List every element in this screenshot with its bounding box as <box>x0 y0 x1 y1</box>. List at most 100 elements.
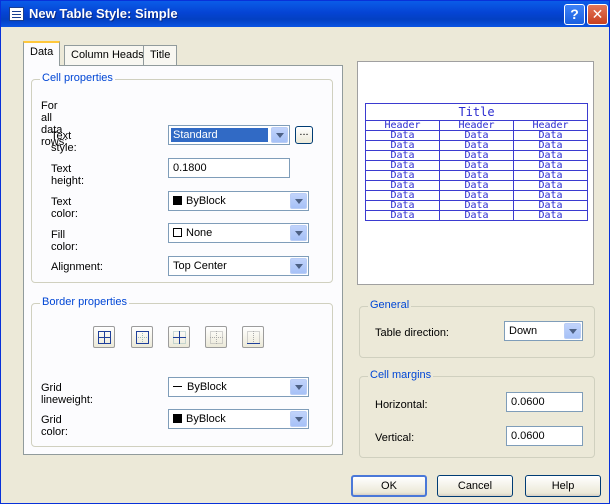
chevron-down-icon[interactable] <box>290 225 307 241</box>
ok-button[interactable]: OK <box>351 475 427 497</box>
preview-cell: Data <box>439 160 514 171</box>
preview-cell: Data <box>513 130 588 141</box>
table-row: Data Data Data <box>365 210 588 221</box>
tab-title[interactable]: Title <box>143 45 178 65</box>
preview-cell: Data <box>513 210 588 221</box>
horizontal-margin-input[interactable]: 0.0600 <box>506 392 583 412</box>
color-swatch-icon <box>173 414 182 423</box>
text-color-select[interactable]: ByBlock <box>168 191 309 211</box>
preview-cell: Data <box>513 200 588 211</box>
table-row: Data Data Data <box>365 140 588 151</box>
vertical-margin-input[interactable]: 0.0600 <box>506 426 583 446</box>
preview-cell: Data <box>439 150 514 161</box>
text-style-value: Standard <box>171 128 268 142</box>
alignment-value: Top Center <box>173 260 227 272</box>
outside-borders-icon[interactable] <box>131 326 153 348</box>
preview-cell: Data <box>513 170 588 181</box>
preview-header: Header <box>439 120 514 131</box>
table-style-icon <box>9 7 24 21</box>
preview-cell: Data <box>513 190 588 201</box>
preview-title: Title <box>365 103 588 121</box>
grid-lineweight-value: ByBlock <box>187 381 227 393</box>
table-preview: Title Header Header Header Data Data Data … <box>357 61 594 285</box>
help-button[interactable]: Help <box>525 475 601 497</box>
close-icon[interactable]: ✕ <box>587 4 608 25</box>
fill-color-select[interactable]: None <box>168 223 309 243</box>
inside-borders-icon[interactable] <box>168 326 190 348</box>
bottom-border-icon[interactable] <box>242 326 264 348</box>
preview-header: Header <box>513 120 588 131</box>
text-height-label: Text height: <box>51 163 85 187</box>
preview-cell: Data <box>365 180 440 191</box>
vertical-margin-label: Vertical: <box>375 432 415 444</box>
horizontal-margin-label: Horizontal: <box>375 399 428 411</box>
preview-cell: Data <box>365 170 440 181</box>
chevron-down-icon[interactable] <box>564 323 581 339</box>
chevron-down-icon[interactable] <box>271 127 288 143</box>
preview-cell: Data <box>439 210 514 221</box>
text-style-select[interactable]: Standard <box>168 125 290 145</box>
table-row: Data Data Data <box>365 190 588 201</box>
alignment-label: Alignment: <box>51 261 103 273</box>
tab-data[interactable]: Data <box>23 41 61 66</box>
cell-properties-title: Cell properties <box>40 72 115 84</box>
all-borders-icon[interactable] <box>93 326 115 348</box>
table-direction-select[interactable]: Down <box>504 321 583 341</box>
no-borders-icon[interactable] <box>205 326 227 348</box>
table-row: Data Data Data <box>365 170 588 181</box>
preview-cell: Data <box>365 210 440 221</box>
alignment-select[interactable]: Top Center <box>168 256 309 276</box>
lineweight-icon <box>173 386 182 387</box>
table-row: Data Data Data <box>365 180 588 191</box>
chevron-down-icon[interactable] <box>290 411 307 427</box>
table-row: Data Data Data <box>365 150 588 161</box>
preview-cell: Data <box>513 160 588 171</box>
browse-text-style-button[interactable]: ... <box>295 126 313 144</box>
chevron-down-icon[interactable] <box>290 193 307 209</box>
text-color-value: ByBlock <box>186 195 226 207</box>
chevron-down-icon[interactable] <box>290 258 307 274</box>
chevron-down-icon[interactable] <box>290 379 307 395</box>
cancel-button[interactable]: Cancel <box>437 475 513 497</box>
cell-margins-title: Cell margins <box>368 369 434 381</box>
grid-color-label: Grid color: <box>41 414 68 438</box>
table-direction-value: Down <box>509 325 538 337</box>
text-color-label: Text color: <box>51 196 78 220</box>
dialog-window: New Table Style: Simple ? ✕ Data Column … <box>0 0 610 504</box>
general-title: General <box>368 299 412 311</box>
preview-cell: Data <box>439 170 514 181</box>
table-direction-label: Table direction: <box>375 327 449 339</box>
preview-header: Header <box>365 120 440 131</box>
title-bar[interactable]: New Table Style: Simple ? ✕ <box>1 1 609 27</box>
preview-table: Title Header Header Header Data Data Data … <box>365 103 588 221</box>
help-icon[interactable]: ? <box>564 4 585 25</box>
table-row: Data Data Data <box>365 130 588 141</box>
window-title: New Table Style: Simple <box>29 6 178 21</box>
preview-cell: Data <box>439 140 514 151</box>
table-row: Data Data Data <box>365 160 588 171</box>
grid-lineweight-select[interactable]: ByBlock <box>168 377 309 397</box>
text-style-label: Text style: <box>51 130 77 154</box>
preview-cell: Data <box>439 130 514 141</box>
preview-cell: Data <box>365 200 440 211</box>
grid-lineweight-label: Grid lineweight: <box>41 382 93 406</box>
color-swatch-icon <box>173 196 182 205</box>
grid-color-select[interactable]: ByBlock <box>168 409 309 429</box>
preview-cell: Data <box>365 160 440 171</box>
fill-color-value: None <box>186 227 213 239</box>
table-row: Data Data Data <box>365 200 588 211</box>
preview-cell: Data <box>513 180 588 191</box>
preview-cell: Data <box>439 200 514 211</box>
preview-cell: Data <box>365 140 440 151</box>
preview-cell: Data <box>513 150 588 161</box>
tab-column-heads[interactable]: Column Heads <box>64 45 151 65</box>
preview-cell: Data <box>439 180 514 191</box>
border-properties-title: Border properties <box>40 296 129 308</box>
grid-color-value: ByBlock <box>186 413 226 425</box>
fill-color-label: Fill color: <box>51 229 78 253</box>
preview-cell: Data <box>439 190 514 201</box>
preview-cell: Data <box>365 130 440 141</box>
color-swatch-icon <box>173 228 182 237</box>
text-height-input[interactable]: 0.1800 <box>168 158 290 178</box>
preview-cell: Data <box>365 150 440 161</box>
